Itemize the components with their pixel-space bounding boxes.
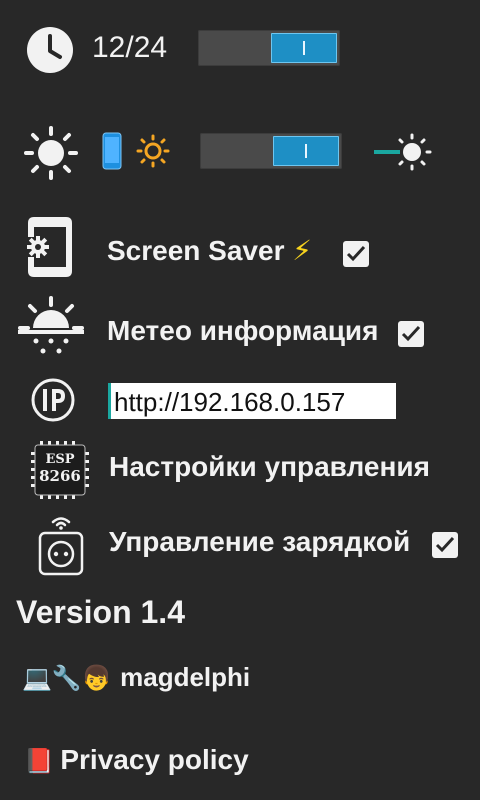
phone-icon: [102, 132, 122, 170]
weather-icon: [16, 296, 86, 360]
author-emoji-icons: 💻🔧👦: [22, 665, 112, 692]
author-name: magdelphi: [120, 662, 251, 692]
screen-saver-settings-icon: [22, 215, 76, 279]
privacy-policy-label: Privacy policy: [60, 744, 249, 775]
book-icon: 📕: [24, 748, 54, 775]
screen-saver-checkbox[interactable]: [343, 241, 369, 267]
control-settings-label[interactable]: Настройки управления: [109, 451, 430, 483]
toggle-knob: [273, 136, 339, 166]
charging-control-label: Управление зарядкой: [109, 526, 411, 557]
ip-icon: [30, 377, 76, 423]
meteo-checkbox[interactable]: [398, 321, 424, 347]
brightness-slider-icon[interactable]: [372, 132, 434, 172]
version-label: Version 1.4: [16, 594, 185, 630]
charging-control-checkbox[interactable]: [432, 532, 458, 558]
clock-format-toggle[interactable]: [198, 30, 340, 66]
clock-icon: [26, 26, 74, 74]
esp-chip-line1: ESP: [45, 452, 75, 467]
meteo-label: Метео информация: [107, 315, 379, 346]
auto-sun-icon: [136, 134, 170, 168]
brightness-sun-icon: [24, 126, 78, 180]
ip-address-input[interactable]: http://192.168.0.157: [108, 383, 396, 419]
smart-socket-icon: [38, 514, 84, 576]
screen-saver-text: Screen Saver: [107, 235, 285, 266]
auto-brightness-toggle[interactable]: [200, 133, 342, 169]
clock-format-label: 12/24: [92, 31, 168, 64]
author-row[interactable]: 💻🔧👦 magdelphi: [22, 662, 250, 693]
screen-saver-label: Screen Saver ⚡: [107, 234, 312, 267]
toggle-knob: [271, 33, 337, 63]
esp8266-chip-icon: ESP 8266: [30, 440, 90, 500]
esp-chip-line2: 8266: [39, 467, 81, 485]
esp-chip-text: ESP 8266: [30, 452, 90, 484]
privacy-policy-link[interactable]: 📕 Privacy policy: [24, 744, 249, 776]
lightning-icon: ⚡: [292, 235, 312, 266]
